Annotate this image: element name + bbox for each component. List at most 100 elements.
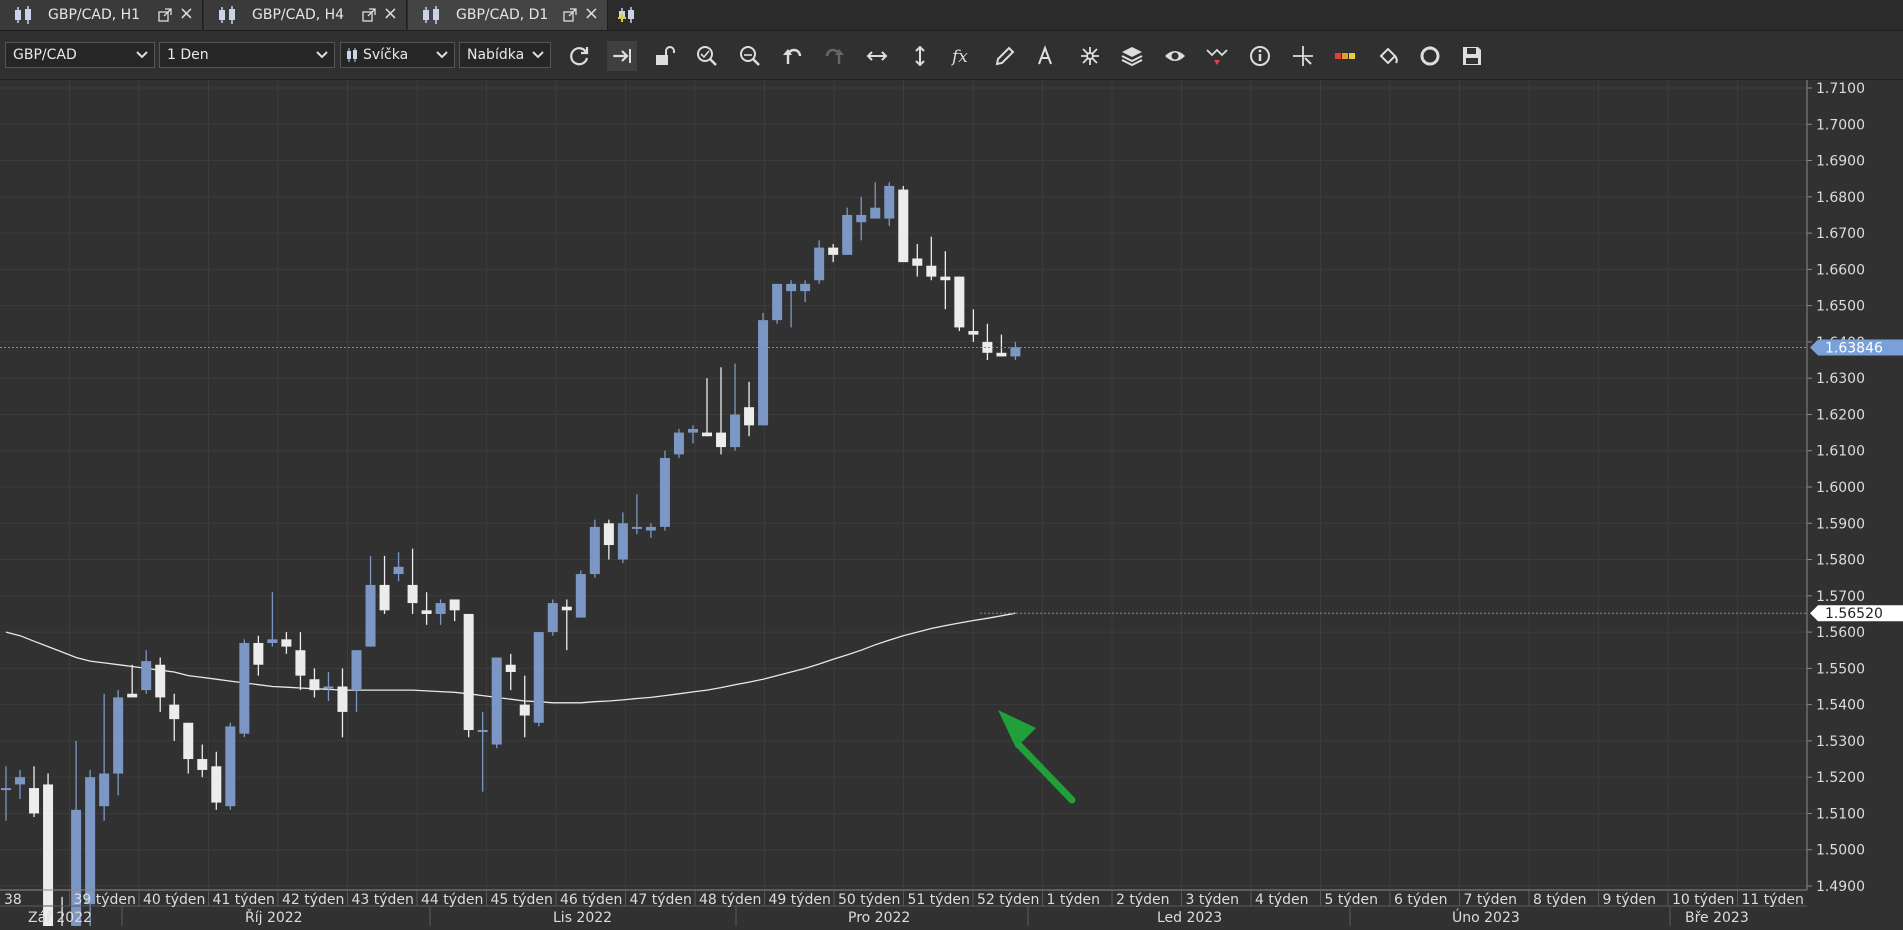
redo-button[interactable] [820, 41, 850, 71]
refresh-button[interactable] [564, 41, 594, 71]
fill-button[interactable] [1373, 41, 1403, 71]
visibility-button[interactable] [1160, 41, 1190, 71]
candle-body [659, 457, 670, 527]
candle-body [15, 777, 26, 785]
unlock-button[interactable] [649, 41, 679, 71]
candle-body [127, 693, 138, 698]
candle [575, 570, 586, 618]
tab-gbpcad-h1[interactable]: GBP/CAD, H1 × [0, 0, 203, 30]
layers-button[interactable] [1117, 41, 1147, 71]
candle [730, 363, 741, 451]
add-chart-tab-icon[interactable] [616, 4, 640, 26]
week-label: 3 týden [1186, 892, 1240, 908]
close-icon[interactable]: × [584, 5, 599, 23]
y-tick-label: 1.4900 [1816, 879, 1865, 895]
last-price-label: 1.63846 [1810, 339, 1903, 356]
popout-icon[interactable] [362, 8, 376, 22]
y-tick-label: 1.7000 [1816, 117, 1865, 133]
chart-type-value: Svíčka [363, 47, 409, 63]
candle-body [393, 566, 404, 575]
candle-body [323, 686, 334, 689]
pattern-button[interactable] [1202, 41, 1232, 71]
undo-icon [783, 48, 802, 64]
popout-icon[interactable] [563, 8, 577, 22]
svg-text:1.63846: 1.63846 [1825, 340, 1883, 356]
week-label: 45 týden [491, 892, 553, 908]
fit-vertical-button[interactable] [905, 41, 935, 71]
candle-body [29, 788, 40, 814]
chart-type-select[interactable]: Svíčka [340, 42, 455, 68]
timeframe-value: 1 Den [167, 47, 209, 63]
candle-body [982, 341, 993, 353]
candle [533, 632, 544, 727]
candle [589, 519, 600, 578]
week-label: 10 týden [1672, 892, 1734, 908]
candle [365, 555, 376, 647]
candle-body [407, 584, 418, 604]
candle-body [940, 276, 951, 281]
candle-body [281, 639, 292, 647]
week-label: 5 týden [1325, 892, 1379, 908]
candle-body [211, 766, 222, 803]
week-label: 7 týden [1464, 892, 1518, 908]
candle-body [337, 686, 348, 712]
close-icon[interactable]: × [383, 5, 398, 23]
candle-body [926, 265, 937, 277]
y-tick-label: 1.6900 [1816, 154, 1865, 170]
candle [113, 690, 124, 796]
candle [645, 523, 656, 538]
candle-body [239, 642, 250, 734]
y-tick-label: 1.6600 [1816, 262, 1865, 278]
price-axis[interactable]: 1.7100 1.7000 1.6900 1.6800 1.6700 1.6600 1.65… [1806, 80, 1865, 895]
candle [351, 650, 362, 712]
chart-canvas[interactable]: 1.7100 1.7000 1.6900 1.6800 1.6700 1.6600 1.65… [0, 80, 1903, 930]
candle [281, 632, 292, 654]
week-label: 39 týden [74, 892, 136, 908]
color-bar-icon [1335, 53, 1355, 59]
candle [814, 240, 825, 284]
candle-body [1010, 347, 1021, 357]
indicators-button[interactable]: fx [947, 41, 977, 71]
cursor-cross-icon [1293, 46, 1313, 66]
text-tool-button[interactable] [1032, 41, 1062, 71]
candle [183, 722, 194, 774]
autoscroll-button[interactable] [607, 41, 637, 71]
price-chart[interactable]: 1.7100 1.7000 1.6900 1.6800 1.6700 1.6600 1.65… [0, 80, 1903, 930]
zoom-in-button[interactable] [692, 41, 722, 71]
candle-body [533, 632, 544, 723]
candle [786, 280, 797, 328]
save-button[interactable] [1457, 41, 1487, 71]
symbol-select[interactable]: GBP/CAD [5, 42, 155, 68]
zoom-out-button[interactable] [735, 41, 765, 71]
chart-tab-bar: GBP/CAD, H1 × GBP/CAD, H4 × GBP/CAD, D1 … [0, 0, 1903, 31]
candle [337, 668, 348, 738]
tab-gbpcad-h4[interactable]: GBP/CAD, H4 × [204, 0, 407, 30]
timeframe-select[interactable]: 1 Den [159, 42, 335, 68]
candle-body [155, 664, 166, 698]
time-axis[interactable]: 38 39 týden 40 týden 41 týden 42 týden 43 týd… [0, 889, 1807, 926]
y-tick-label: 1.6200 [1816, 407, 1865, 423]
candle-body [183, 722, 194, 760]
fit-horizontal-button[interactable] [862, 41, 892, 71]
week-label: 4 týden [1255, 892, 1309, 908]
popout-icon[interactable] [158, 8, 172, 22]
sync-button[interactable] [1415, 41, 1445, 71]
objects-button[interactable] [1075, 41, 1105, 71]
close-icon[interactable]: × [179, 5, 194, 23]
y-tick-label: 1.5800 [1816, 553, 1865, 569]
candle-body [99, 773, 110, 807]
price-side-select[interactable]: Nabídka [459, 42, 551, 68]
color-bar-button[interactable] [1330, 41, 1360, 71]
undo-button[interactable] [777, 41, 807, 71]
candle-body [547, 603, 558, 633]
candle [870, 182, 881, 219]
info-button[interactable] [1245, 41, 1275, 71]
cursor-cross-button[interactable] [1288, 41, 1318, 71]
draw-button[interactable] [990, 41, 1020, 71]
y-tick-label: 1.6800 [1816, 190, 1865, 206]
tab-gbpcad-d1[interactable]: GBP/CAD, D1 × [408, 0, 608, 30]
refresh-icon [570, 47, 589, 66]
y-tick-label: 1.5100 [1816, 806, 1865, 822]
week-label: 2 týden [1116, 892, 1170, 908]
candle [758, 312, 769, 426]
